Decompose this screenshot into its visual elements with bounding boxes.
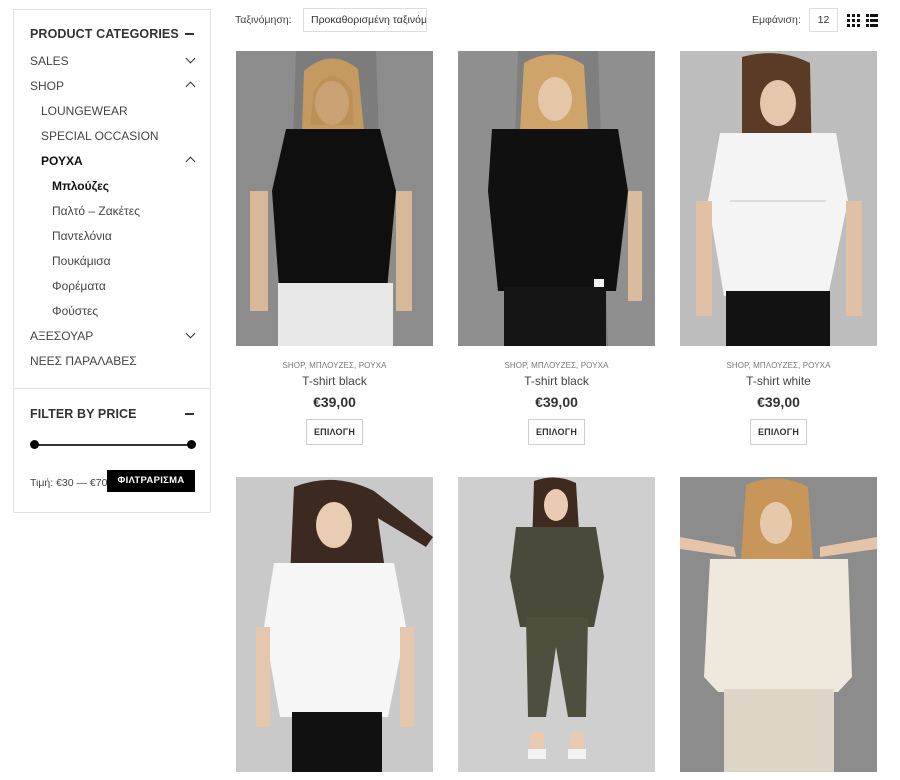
price-slider-track[interactable] [34, 444, 192, 446]
show-label: Εμφάνιση: [752, 14, 801, 26]
product-card [236, 477, 433, 780]
product-categories[interactable]: SHOP, ΜΠΛΟΥΖΕΣ, ΡΟΥΧΑ [236, 361, 433, 370]
category-palto-zaketes[interactable]: Παλτό – Ζακέτες [52, 204, 140, 218]
product-image[interactable] [236, 477, 433, 772]
product-card [680, 477, 877, 780]
price-slider-min-handle[interactable] [30, 440, 39, 449]
product-categories[interactable]: SHOP, ΜΠΛΟΥΖΕΣ, ΡΟΥΧΑ [680, 361, 877, 370]
product-categories-title: PRODUCT CATEGORIES [30, 27, 179, 41]
list-view-icon[interactable] [866, 14, 878, 27]
category-blouzes[interactable]: Μπλούζες [52, 179, 109, 193]
product-card: SHOP, ΜΠΛΟΥΖΕΣ, ΡΟΥΧΑ T-shirt white €39,… [680, 51, 877, 451]
product-card: SHOP, ΜΠΛΟΥΖΕΣ, ΡΟΥΧΑ T-shirt black €39,… [458, 51, 655, 451]
price-range-label: Τιμή: €30 — €70 [30, 477, 108, 489]
product-image[interactable] [680, 477, 877, 772]
category-rouxa[interactable]: ΡΟΥΧΑ [41, 154, 83, 168]
product-image[interactable] [236, 51, 433, 346]
product-card: SHOP, ΜΠΛΟΥΖΕΣ, ΡΟΥΧΑ T-shirt black €39,… [236, 51, 433, 451]
category-sales[interactable]: SALES [30, 54, 69, 68]
product-price: €39,00 [313, 394, 356, 410]
chevron-up-icon[interactable] [185, 156, 196, 167]
product-image[interactable] [458, 477, 655, 772]
product-image[interactable] [680, 51, 877, 346]
category-foremata[interactable]: Φορέματα [52, 279, 106, 293]
category-shop[interactable]: SHOP [30, 79, 64, 93]
select-options-button[interactable]: ΕΠΙΛΟΓΗ [306, 419, 363, 445]
category-special-occasion[interactable]: SPECIAL OCCASION [41, 129, 159, 143]
filter-by-price-title: FILTER BY PRICE [30, 407, 137, 421]
chevron-up-icon[interactable] [185, 81, 196, 92]
grid-view-icon[interactable] [847, 14, 860, 27]
sort-label: Ταξινόμηση: [235, 14, 292, 26]
chevron-down-icon[interactable] [185, 53, 196, 64]
filter-button[interactable]: ΦΙΛΤΡΑΡΙΣΜΑ [107, 470, 195, 492]
collapse-minus-icon[interactable] [185, 33, 194, 35]
category-loungewear[interactable]: LOUNGEWEAR [41, 104, 128, 118]
price-slider-max-handle[interactable] [187, 440, 196, 449]
category-pantelonia[interactable]: Παντελόνια [52, 229, 112, 243]
product-price: €39,00 [757, 394, 800, 410]
product-title[interactable]: T-shirt white [680, 374, 877, 388]
product-title[interactable]: T-shirt black [236, 374, 433, 388]
product-card [458, 477, 655, 780]
select-options-button[interactable]: ΕΠΙΛΟΓΗ [528, 419, 585, 445]
sidebar: PRODUCT CATEGORIES SALES SHOP LOUNGEWEAR… [13, 9, 211, 513]
collapse-minus-icon[interactable] [185, 413, 194, 415]
chevron-down-icon[interactable] [185, 328, 196, 339]
select-options-button[interactable]: ΕΠΙΛΟΓΗ [750, 419, 807, 445]
category-foustes[interactable]: Φούστες [52, 304, 98, 318]
category-nees-paralaves[interactable]: ΝΕΕΣ ΠΑΡΑΛΑΒΕΣ [30, 354, 137, 368]
widget-divider [14, 388, 210, 389]
category-aksesouar[interactable]: ΑΞΕΣΟΥΑΡ [30, 329, 93, 343]
category-poukamisa[interactable]: Πουκάμισα [52, 254, 111, 268]
product-categories[interactable]: SHOP, ΜΠΛΟΥΖΕΣ, ΡΟΥΧΑ [458, 361, 655, 370]
product-image[interactable] [458, 51, 655, 346]
product-price: €39,00 [535, 394, 578, 410]
sort-select[interactable]: Προκαθορισμένη ταξινόμηση [303, 8, 427, 32]
product-title[interactable]: T-shirt black [458, 374, 655, 388]
per-page-select[interactable]: 12 [809, 8, 838, 32]
